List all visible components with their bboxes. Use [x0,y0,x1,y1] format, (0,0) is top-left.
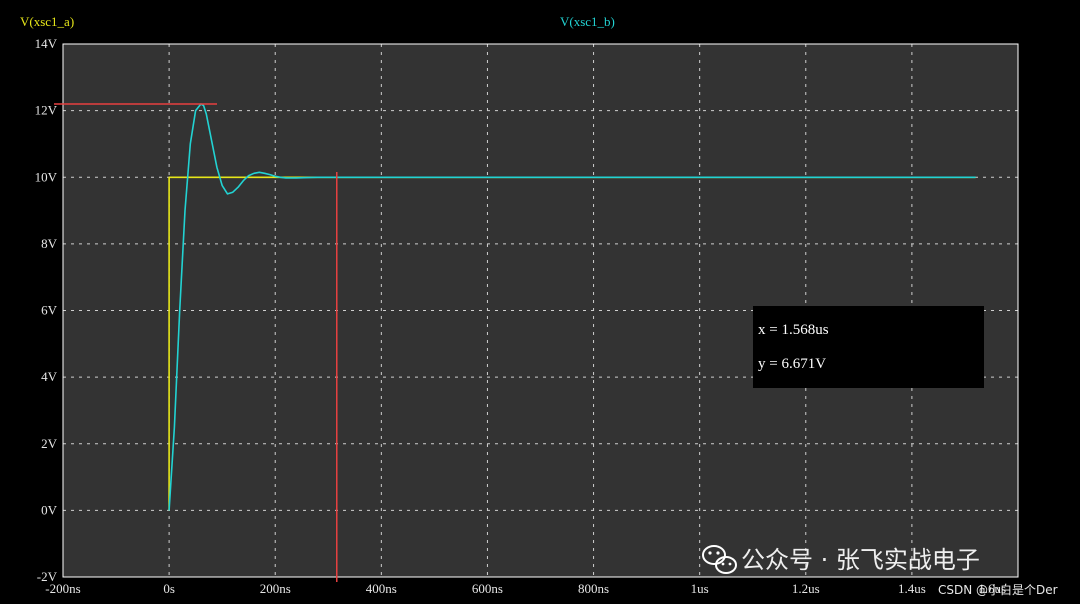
cursor-y-readout: y = 6.671V [758,356,826,372]
y-tick-label: 2V [41,436,58,451]
x-tick-label: 600ns [472,581,503,596]
x-tick-label: 0s [163,581,175,596]
y-tick-label: 4V [41,369,58,384]
cursor-x-readout: x = 1.568us [758,322,829,338]
series-title-a: V(xsc1_a) [20,14,74,29]
x-tick-label: 1.2us [792,581,820,596]
x-tick-label: 800ns [578,581,609,596]
y-tick-label: -2V [37,569,58,584]
series-title-b: V(xsc1_b) [560,14,615,29]
y-tick-label: 8V [41,236,58,251]
watermark-credit: CSDN @小白是个Der [938,582,1058,597]
cursor-readout-box: x = 1.568us y = 6.671V [753,306,984,388]
x-tick-label: 200ns [260,581,291,596]
watermark-text: 公众号 · 张飞实战电子 [741,546,980,574]
y-tick-label: 6V [41,303,58,318]
y-tick-label: 12V [35,103,58,118]
y-tick-label: 10V [35,169,58,184]
oscilloscope-chart: -200ns 0s 200ns 400ns 600ns 800ns 1us 1.2us 1.4u… [0,0,1080,604]
y-tick-label: 14V [35,36,58,51]
y-tick-label: 0V [41,502,58,517]
x-tick-label: 400ns [366,581,397,596]
x-tick-label: 1us [691,581,709,596]
x-tick-label: 1.4us [898,581,926,596]
